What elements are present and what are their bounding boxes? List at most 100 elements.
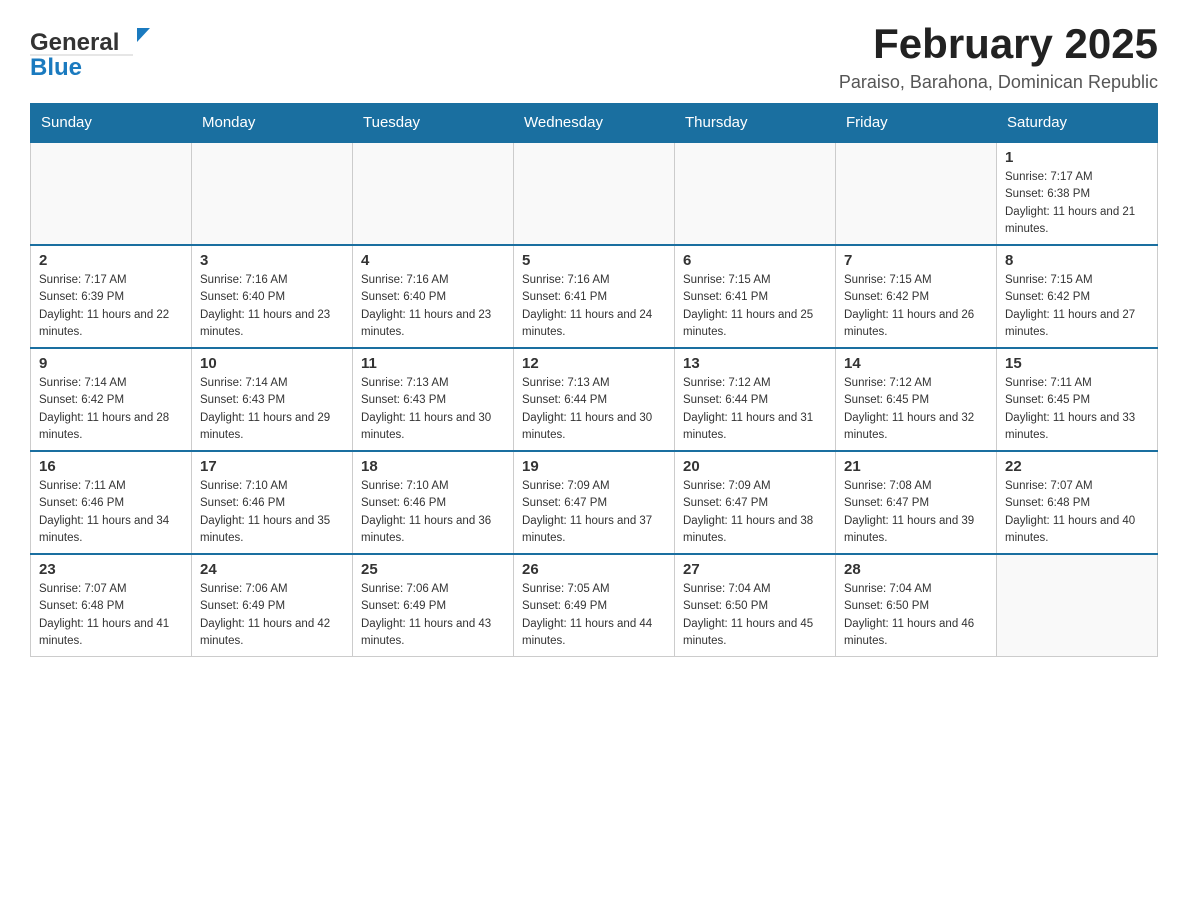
calendar-cell bbox=[514, 142, 675, 245]
logo: General Blue bbox=[30, 20, 160, 80]
location-subtitle: Paraiso, Barahona, Dominican Republic bbox=[839, 72, 1158, 93]
day-info: Sunrise: 7:06 AMSunset: 6:49 PMDaylight:… bbox=[361, 581, 505, 650]
day-number: 20 bbox=[683, 458, 827, 475]
day-info: Sunrise: 7:14 AMSunset: 6:43 PMDaylight:… bbox=[200, 375, 344, 444]
calendar-cell: 1 Sunrise: 7:17 AMSunset: 6:38 PMDaylight… bbox=[997, 142, 1158, 245]
calendar-cell: 4Sunrise: 7:16 AMSunset: 6:40 PMDaylight… bbox=[353, 245, 514, 348]
calendar-cell: 24 Sunrise: 7:06 AMSunset: 6:49 PMDayligh… bbox=[192, 554, 353, 657]
week-row-1: 1 Sunrise: 7:17 AMSunset: 6:38 PMDaylight… bbox=[31, 142, 1158, 245]
day-info: Sunrise: 7:15 AMSunset: 6:42 PMDaylight:… bbox=[1005, 272, 1149, 341]
calendar-cell: 10 Sunrise: 7:14 AMSunset: 6:43 PMDayligh… bbox=[192, 348, 353, 451]
day-number: 17 bbox=[200, 458, 344, 475]
day-number: 25 bbox=[361, 561, 505, 578]
day-header-thursday: Thursday bbox=[675, 104, 836, 143]
day-number: 7 bbox=[844, 252, 988, 269]
month-title: February 2025 bbox=[839, 20, 1158, 68]
day-info: Sunrise: 7:06 AMSunset: 6:49 PMDaylight:… bbox=[200, 581, 344, 650]
calendar-cell bbox=[192, 142, 353, 245]
day-header-friday: Friday bbox=[836, 104, 997, 143]
calendar-cell bbox=[31, 142, 192, 245]
day-header-wednesday: Wednesday bbox=[514, 104, 675, 143]
calendar-cell bbox=[353, 142, 514, 245]
day-number: 28 bbox=[844, 561, 988, 578]
calendar-cell: 17 Sunrise: 7:10 AMSunset: 6:46 PMDayligh… bbox=[192, 451, 353, 554]
day-number: 8 bbox=[1005, 252, 1149, 269]
calendar-cell: 28 Sunrise: 7:04 AMSunset: 6:50 PMDayligh… bbox=[836, 554, 997, 657]
day-number: 6 bbox=[683, 252, 827, 269]
calendar-cell: 23Sunrise: 7:07 AMSunset: 6:48 PMDayligh… bbox=[31, 554, 192, 657]
day-number: 14 bbox=[844, 355, 988, 372]
calendar-cell: 14 Sunrise: 7:12 AMSunset: 6:45 PMDayligh… bbox=[836, 348, 997, 451]
day-number: 4 bbox=[361, 252, 505, 269]
day-number: 22 bbox=[1005, 458, 1149, 475]
calendar-cell bbox=[836, 142, 997, 245]
day-number: 18 bbox=[361, 458, 505, 475]
day-info: Sunrise: 7:09 AMSunset: 6:47 PMDaylight:… bbox=[522, 478, 666, 547]
day-number: 16 bbox=[39, 458, 183, 475]
calendar-cell bbox=[997, 554, 1158, 657]
day-number: 13 bbox=[683, 355, 827, 372]
calendar-cell: 21 Sunrise: 7:08 AMSunset: 6:47 PMDayligh… bbox=[836, 451, 997, 554]
calendar-cell bbox=[675, 142, 836, 245]
calendar-cell: 6 Sunrise: 7:15 AMSunset: 6:41 PMDaylight… bbox=[675, 245, 836, 348]
day-info: Sunrise: 7:04 AMSunset: 6:50 PMDaylight:… bbox=[683, 581, 827, 650]
calendar-cell: 9 Sunrise: 7:14 AMSunset: 6:42 PMDaylight… bbox=[31, 348, 192, 451]
day-info: Sunrise: 7:16 AMSunset: 6:41 PMDaylight:… bbox=[522, 272, 666, 341]
day-header-tuesday: Tuesday bbox=[353, 104, 514, 143]
calendar-cell: 15 Sunrise: 7:11 AMSunset: 6:45 PMDayligh… bbox=[997, 348, 1158, 451]
calendar-cell: 18 Sunrise: 7:10 AMSunset: 6:46 PMDayligh… bbox=[353, 451, 514, 554]
day-info: Sunrise: 7:11 AMSunset: 6:45 PMDaylight:… bbox=[1005, 375, 1149, 444]
day-info: Sunrise: 7:14 AMSunset: 6:42 PMDaylight:… bbox=[39, 375, 183, 444]
day-number: 15 bbox=[1005, 355, 1149, 372]
day-info: Sunrise: 7:08 AMSunset: 6:47 PMDaylight:… bbox=[844, 478, 988, 547]
week-row-2: 2 Sunrise: 7:17 AMSunset: 6:39 PMDaylight… bbox=[31, 245, 1158, 348]
calendar-cell: 19 Sunrise: 7:09 AMSunset: 6:47 PMDayligh… bbox=[514, 451, 675, 554]
calendar-header-row: SundayMondayTuesdayWednesdayThursdayFrid… bbox=[31, 104, 1158, 143]
calendar-cell: 22Sunrise: 7:07 AMSunset: 6:48 PMDayligh… bbox=[997, 451, 1158, 554]
calendar-cell: 26 Sunrise: 7:05 AMSunset: 6:49 PMDayligh… bbox=[514, 554, 675, 657]
title-area: February 2025 Paraiso, Barahona, Dominic… bbox=[839, 20, 1158, 93]
day-number: 10 bbox=[200, 355, 344, 372]
calendar-cell: 20 Sunrise: 7:09 AMSunset: 6:47 PMDayligh… bbox=[675, 451, 836, 554]
day-info: Sunrise: 7:13 AMSunset: 6:43 PMDaylight:… bbox=[361, 375, 505, 444]
day-number: 26 bbox=[522, 561, 666, 578]
day-info: Sunrise: 7:10 AMSunset: 6:46 PMDaylight:… bbox=[361, 478, 505, 547]
calendar-cell: 27 Sunrise: 7:04 AMSunset: 6:50 PMDayligh… bbox=[675, 554, 836, 657]
day-header-sunday: Sunday bbox=[31, 104, 192, 143]
calendar-cell: 11 Sunrise: 7:13 AMSunset: 6:43 PMDayligh… bbox=[353, 348, 514, 451]
calendar-cell: 12Sunrise: 7:13 AMSunset: 6:44 PMDayligh… bbox=[514, 348, 675, 451]
day-number: 11 bbox=[361, 355, 505, 372]
calendar-cell: 3Sunrise: 7:16 AMSunset: 6:40 PMDaylight… bbox=[192, 245, 353, 348]
day-info: Sunrise: 7:15 AMSunset: 6:42 PMDaylight:… bbox=[844, 272, 988, 341]
day-info: Sunrise: 7:09 AMSunset: 6:47 PMDaylight:… bbox=[683, 478, 827, 547]
page-header: General Blue February 2025 Paraiso, Bara… bbox=[30, 20, 1158, 93]
week-row-5: 23Sunrise: 7:07 AMSunset: 6:48 PMDayligh… bbox=[31, 554, 1158, 657]
calendar-cell: 16Sunrise: 7:11 AMSunset: 6:46 PMDayligh… bbox=[31, 451, 192, 554]
day-info: Sunrise: 7:10 AMSunset: 6:46 PMDaylight:… bbox=[200, 478, 344, 547]
day-info: Sunrise: 7:07 AMSunset: 6:48 PMDaylight:… bbox=[39, 581, 183, 650]
day-number: 19 bbox=[522, 458, 666, 475]
day-number: 21 bbox=[844, 458, 988, 475]
day-number: 9 bbox=[39, 355, 183, 372]
svg-text:General: General bbox=[30, 29, 119, 56]
day-number: 24 bbox=[200, 561, 344, 578]
day-info: Sunrise: 7:15 AMSunset: 6:41 PMDaylight:… bbox=[683, 272, 827, 341]
day-info: Sunrise: 7:04 AMSunset: 6:50 PMDaylight:… bbox=[844, 581, 988, 650]
logo-svg: General Blue bbox=[30, 20, 160, 80]
day-header-monday: Monday bbox=[192, 104, 353, 143]
day-info: Sunrise: 7:17 AMSunset: 6:39 PMDaylight:… bbox=[39, 272, 183, 341]
day-header-saturday: Saturday bbox=[997, 104, 1158, 143]
day-number: 2 bbox=[39, 252, 183, 269]
day-number: 5 bbox=[522, 252, 666, 269]
calendar-table: SundayMondayTuesdayWednesdayThursdayFrid… bbox=[30, 103, 1158, 657]
week-row-3: 9 Sunrise: 7:14 AMSunset: 6:42 PMDaylight… bbox=[31, 348, 1158, 451]
day-info: Sunrise: 7:05 AMSunset: 6:49 PMDaylight:… bbox=[522, 581, 666, 650]
calendar-cell: 8 Sunrise: 7:15 AMSunset: 6:42 PMDaylight… bbox=[997, 245, 1158, 348]
calendar-cell: 2 Sunrise: 7:17 AMSunset: 6:39 PMDaylight… bbox=[31, 245, 192, 348]
day-number: 1 bbox=[1005, 149, 1149, 166]
svg-text:Blue: Blue bbox=[30, 54, 82, 80]
week-row-4: 16Sunrise: 7:11 AMSunset: 6:46 PMDayligh… bbox=[31, 451, 1158, 554]
day-info: Sunrise: 7:12 AMSunset: 6:45 PMDaylight:… bbox=[844, 375, 988, 444]
day-number: 27 bbox=[683, 561, 827, 578]
day-info: Sunrise: 7:17 AMSunset: 6:38 PMDaylight:… bbox=[1005, 169, 1149, 238]
